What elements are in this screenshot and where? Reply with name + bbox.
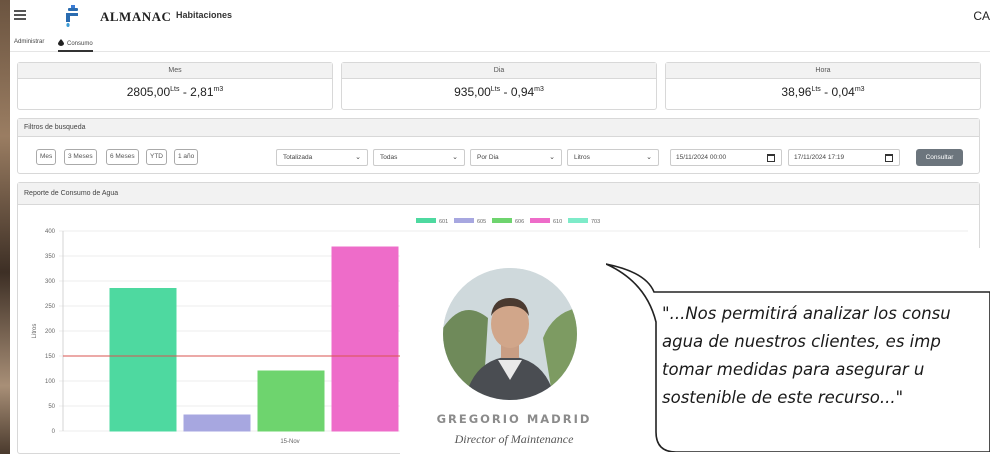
y-tick-label: 50	[48, 404, 55, 410]
chevron-down-icon: ⌄	[549, 154, 555, 161]
testimonial-quote: "...Nos permitirá analizar los consu agu…	[662, 300, 990, 412]
menu-icon[interactable]	[14, 9, 26, 21]
legend-swatch-606	[492, 218, 512, 223]
liters-value: 2805,00	[126, 85, 171, 99]
app-name: ALMANAC	[100, 9, 172, 24]
m3-unit: m3	[854, 86, 865, 93]
summary-card-value: 2805,00Lts - 2,81m3	[18, 79, 332, 99]
calendar-icon[interactable]	[767, 154, 775, 162]
tab-consumo-label: Consumo	[67, 41, 93, 47]
value-separator: -	[500, 85, 511, 99]
person-name: GREGORIO MADRID	[436, 412, 592, 426]
person-portrait	[443, 268, 577, 400]
summary-card-mes: Mes 2805,00Lts - 2,81m3	[17, 62, 333, 110]
m3-value: 0,94	[510, 85, 535, 99]
y-tick-label: 0	[52, 429, 56, 435]
summary-card-title: Dia	[342, 63, 656, 79]
legend-swatch-605	[454, 218, 474, 223]
bar-601	[109, 288, 177, 432]
y-axis-label: Litros	[32, 324, 38, 339]
date-to-value: 17/11/2024 17:19	[794, 154, 845, 161]
summary-card-value: 935,00Lts - 0,94m3	[342, 79, 656, 99]
tabs-bar: Administrar Consumo	[10, 36, 990, 52]
report-title: Reporte de Consumo de Agua	[18, 183, 979, 205]
legend-label-601: 601	[439, 219, 448, 225]
range-button-mes[interactable]: Mes	[36, 149, 57, 165]
summary-card-title: Mes	[18, 63, 332, 79]
module-name[interactable]: Habitaciones	[176, 10, 232, 20]
legend-label-703: 703	[591, 219, 600, 225]
m3-unit: m3	[213, 86, 224, 93]
testimonial-overlay: "...Nos permitirá analizar los consu agu…	[400, 248, 990, 454]
water-drop-icon	[58, 39, 64, 46]
range-button-3-meses[interactable]: 3 Meses	[64, 149, 97, 165]
y-tick-label: 100	[45, 379, 56, 385]
quote-line: tomar medidas para asegurar u	[662, 360, 925, 379]
liters-value: 935,00	[454, 85, 491, 99]
y-tick-label: 350	[45, 254, 56, 260]
page: ALMANAC Habitaciones CA Administrar Cons…	[0, 0, 990, 454]
tab-consumo[interactable]: Consumo	[58, 39, 93, 52]
range-button-ytd[interactable]: YTD	[146, 149, 167, 165]
date-to-input[interactable]: 17/11/2024 17:19	[788, 149, 900, 166]
bar-606	[257, 370, 325, 432]
liters-unit: Lts	[811, 86, 821, 93]
legend-label-605: 605	[477, 219, 486, 225]
filters-panel: Filtros de busqueda Mes 3 Meses 6 Meses …	[17, 118, 980, 174]
quote-line: "...Nos permitirá analizar los consu	[662, 304, 951, 323]
summary-card-dia: Dia 935,00Lts - 0,94m3	[341, 62, 657, 110]
tab-administrar-label: Administrar	[14, 39, 45, 45]
y-tick-label: 200	[45, 329, 56, 335]
summary-card-title: Hora	[666, 63, 980, 79]
user-code[interactable]: CA	[973, 9, 990, 23]
quote-line: sostenible de este recurso..."	[662, 388, 904, 407]
aggregation-select-value: Totalizada	[283, 154, 313, 161]
m3-value: 2,81	[190, 85, 214, 99]
date-from-value: 15/11/2024 00:00	[676, 154, 727, 161]
legend-label-610: 610	[553, 219, 562, 225]
period-select-value: Por Dia	[477, 154, 499, 161]
legend-label-606: 606	[515, 219, 524, 225]
y-tick-label: 250	[45, 304, 56, 310]
range-button-1-ano[interactable]: 1 año	[174, 149, 199, 165]
date-from-input[interactable]: 15/11/2024 00:00	[670, 149, 782, 166]
quote-line: agua de nuestros clientes, es imp	[662, 332, 941, 351]
person-photo	[443, 268, 577, 400]
summary-card-value: 38,96Lts - 0,04m3	[666, 79, 980, 99]
period-select[interactable]: Por Dia ⌄	[470, 149, 562, 166]
consultar-button[interactable]: Consultar	[916, 149, 963, 166]
aggregation-select[interactable]: Totalizada ⌄	[276, 149, 368, 166]
value-separator: -	[179, 85, 191, 99]
bar-605	[183, 414, 251, 432]
tab-administrar[interactable]: Administrar	[14, 39, 44, 45]
unit-select-value: Litros	[574, 154, 590, 161]
calendar-icon[interactable]	[885, 154, 893, 162]
liters-unit: Lts	[490, 86, 501, 93]
bar-610	[331, 246, 399, 432]
top-bar: ALMANAC Habitaciones CA	[10, 0, 990, 34]
y-tick-label: 300	[45, 279, 56, 285]
y-tick-label: 150	[45, 354, 56, 360]
m3-value: 0,04	[831, 85, 855, 99]
m3-unit: m3	[534, 86, 544, 93]
legend-swatch-601	[416, 218, 436, 223]
y-tick-label: 400	[45, 229, 56, 235]
person-role: Director of Maintenance	[454, 432, 574, 446]
legend-swatch-703	[568, 218, 588, 223]
legend-swatch-610	[530, 218, 550, 223]
faucet-logo-icon	[66, 5, 78, 27]
range-button-6-meses[interactable]: 6 Meses	[106, 149, 139, 165]
filters-title: Filtros de busqueda	[18, 119, 979, 137]
rooms-select-value: Todas	[380, 154, 398, 161]
rooms-select[interactable]: Todas ⌄	[373, 149, 465, 166]
chevron-down-icon: ⌄	[355, 154, 361, 161]
liters-value: 38,96	[781, 85, 812, 99]
chevron-down-icon: ⌄	[452, 154, 458, 161]
chevron-down-icon: ⌄	[646, 154, 652, 161]
summary-card-hora: Hora 38,96Lts - 0,04m3	[665, 62, 981, 110]
x-tick-label: 15-Nov	[280, 439, 299, 445]
unit-select[interactable]: Litros ⌄	[567, 149, 659, 166]
value-separator: -	[820, 85, 832, 99]
